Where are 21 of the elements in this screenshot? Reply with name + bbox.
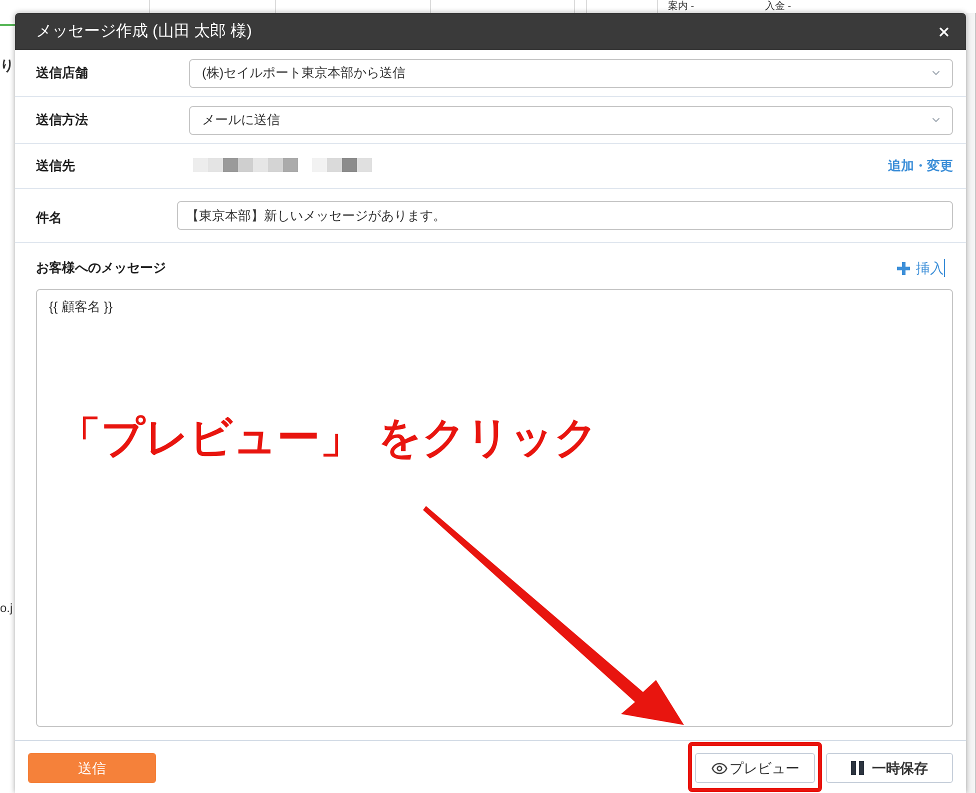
select-field[interactable]: メールに送信 [189,106,953,134]
annotation-text: 「プレビュー」 をクリック [58,413,598,463]
plus-icon [897,262,910,274]
table-cell-text: 案内 - [667,0,696,13]
text-cursor-icon [944,259,945,277]
field-label: 送信方法 [36,112,89,128]
dialog-title: メッセージ作成 (山田 太郎 様) [36,22,252,42]
preview-button[interactable]: プレビュー [695,753,815,783]
select-field[interactable]: (株)セイルポート東京本部から送信 [189,58,953,88]
save-button[interactable]: 一時保存 [826,753,953,783]
field-label: 件名 [36,210,63,226]
pause-icon [851,761,864,775]
subject-input[interactable]: 【東京本部】新しいメッセージがあります。 [177,201,953,230]
close-icon [937,24,951,38]
page-text: り [0,57,15,73]
message-label: お客様へのメッセージ [36,260,166,276]
field-label: 送信先 [36,158,76,174]
table-cell-text: 入金 - [764,0,792,13]
redacted-text-drawing [312,158,372,172]
page-text: o.j [0,601,14,615]
field-label: 送信店舗 [36,65,89,81]
